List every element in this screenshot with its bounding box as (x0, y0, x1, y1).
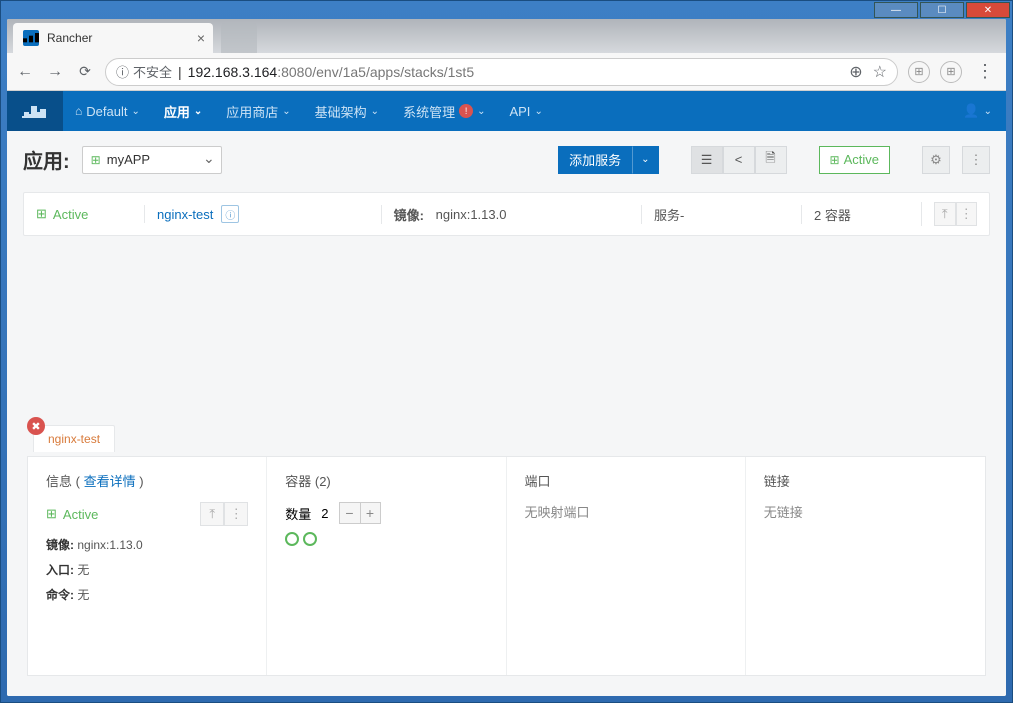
back-button[interactable]: ← (15, 62, 35, 82)
links-empty: 无链接 (764, 502, 967, 521)
service-status: ⊞ Active (36, 206, 88, 222)
chevron-down-icon: ⌄ (641, 154, 649, 165)
url-text: 192.168.3.164:8080/env/1a5/apps/stacks/1… (188, 64, 474, 80)
alert-badge: ! (459, 104, 473, 118)
nav-api[interactable]: API ⌄ (497, 91, 554, 131)
window-close-button[interactable]: ✕ (966, 2, 1010, 18)
nav-admin[interactable]: 系统管理 ! ⌄ (391, 91, 497, 131)
reload-button[interactable]: ⟳ (75, 62, 95, 82)
extension-icon[interactable]: ⊞ (908, 61, 930, 83)
detail-entry: 入口: 无 (46, 561, 248, 578)
stack-status: ⊞Active (819, 146, 890, 174)
home-icon: ⌂ (75, 104, 82, 118)
service-containers: 2 容器 (801, 205, 921, 224)
extension-icon[interactable]: ⊞ (940, 61, 962, 83)
more-actions-button[interactable]: ⋮ (962, 146, 990, 174)
info-section-title: 信息 ( 查看详情 ) (46, 471, 248, 490)
detail-image: 镜像: nginx:1.13.0 (46, 536, 248, 553)
page-title: 应用: (23, 145, 70, 174)
view-list-button[interactable]: ☰ (691, 146, 723, 174)
search-icon[interactable]: ⊕ (849, 62, 862, 82)
app-topnav: ⌂ Default ⌄ 应用 ⌄ 应用商店 ⌄ 基础架构 ⌄ 系统管理 ! ⌄ … (7, 91, 1006, 131)
scale-down-button[interactable]: − (340, 503, 360, 523)
detail-up-icon[interactable]: ⤒ (200, 502, 224, 526)
nav-catalog[interactable]: 应用商店 ⌄ (214, 91, 302, 131)
services-table: ⊞ Active nginx-test ⓘ 镜像: nginx:1.13.0 服… (23, 192, 990, 236)
add-service-button[interactable]: 添加服务 (558, 146, 632, 174)
address-bar[interactable]: ⓘ 不安全 | 192.168.3.164:8080/env/1a5/apps/… (105, 58, 898, 86)
browser-menu-button[interactable]: ⋮ (972, 61, 998, 82)
detail-cmd: 命令: 无 (46, 586, 248, 603)
nav-infra[interactable]: 基础架构 ⌄ (303, 91, 391, 131)
browser-toolbar: ← → ⟳ ⓘ 不安全 | 192.168.3.164:8080/env/1a5… (7, 53, 1006, 91)
environment-name: Default (86, 104, 127, 119)
ports-section-title: 端口 (525, 471, 727, 490)
star-icon[interactable]: ☆ (873, 62, 887, 82)
browser-tab[interactable]: Rancher × (13, 23, 213, 53)
scale-label: 数量 (285, 504, 311, 523)
container-dot[interactable] (285, 532, 299, 546)
close-icon[interactable]: × (197, 30, 205, 46)
scale-up-button[interactable]: + (360, 503, 380, 523)
new-tab-button[interactable] (221, 23, 257, 53)
browser-tab-title: Rancher (47, 31, 92, 45)
info-icon[interactable]: ⓘ (221, 205, 239, 223)
window-minimize-button[interactable]: — (874, 2, 918, 18)
detail-panel: 信息 ( 查看详情 ) ⊞ Active ⤒ ⋮ 镜像: nginx:1.13.… (27, 456, 986, 676)
rancher-logo[interactable] (7, 91, 63, 131)
rancher-favicon (23, 30, 39, 46)
chevron-down-icon: ⌄ (131, 106, 139, 117)
forward-button[interactable]: → (45, 62, 65, 82)
view-graph-button[interactable]: < (723, 146, 755, 174)
detail-menu-button[interactable]: ⋮ (224, 502, 248, 526)
add-service-dropdown[interactable]: ⌄ (632, 146, 658, 174)
links-section-title: 链接 (764, 471, 967, 490)
service-image: 镜像: nginx:1.13.0 (381, 205, 641, 224)
stack-selector[interactable]: ⊞ myAPP (82, 146, 222, 174)
stack-name: myAPP (107, 152, 150, 167)
user-menu[interactable]: 👤 ⌄ (959, 103, 996, 119)
nav-apps[interactable]: 应用 ⌄ (152, 91, 214, 131)
browser-tab-strip: Rancher × (7, 19, 1006, 53)
stack-icon: ⊞ (91, 153, 101, 167)
gear-icon[interactable]: ⚙ (922, 146, 950, 174)
containers-section-title: 容器 (2) (285, 471, 487, 490)
environment-picker[interactable]: ⌂ Default ⌄ (63, 104, 152, 119)
row-up-icon[interactable]: ⤒ (934, 202, 956, 226)
ports-empty: 无映射端口 (525, 502, 727, 521)
row-menu-button[interactable]: ⋮ (956, 202, 978, 226)
insecure-indicator: ⓘ 不安全 (116, 62, 172, 81)
table-row: ⊞ Active nginx-test ⓘ 镜像: nginx:1.13.0 服… (24, 193, 989, 235)
service-type: 服务- (641, 205, 801, 224)
container-indicators (285, 532, 487, 546)
scale-value: 2 (321, 506, 328, 521)
service-name-link[interactable]: nginx-test (157, 207, 213, 222)
close-detail-badge[interactable]: ✖ (27, 417, 45, 435)
view-file-button[interactable]: 🗎 (755, 146, 787, 174)
window-titlebar: — ☐ ✕ (1, 1, 1012, 19)
detail-tab[interactable]: nginx-test (33, 425, 115, 452)
window-maximize-button[interactable]: ☐ (920, 2, 964, 18)
view-details-link[interactable]: 查看详情 (84, 474, 136, 489)
container-dot[interactable] (303, 532, 317, 546)
detail-status: ⊞ Active (46, 506, 98, 522)
